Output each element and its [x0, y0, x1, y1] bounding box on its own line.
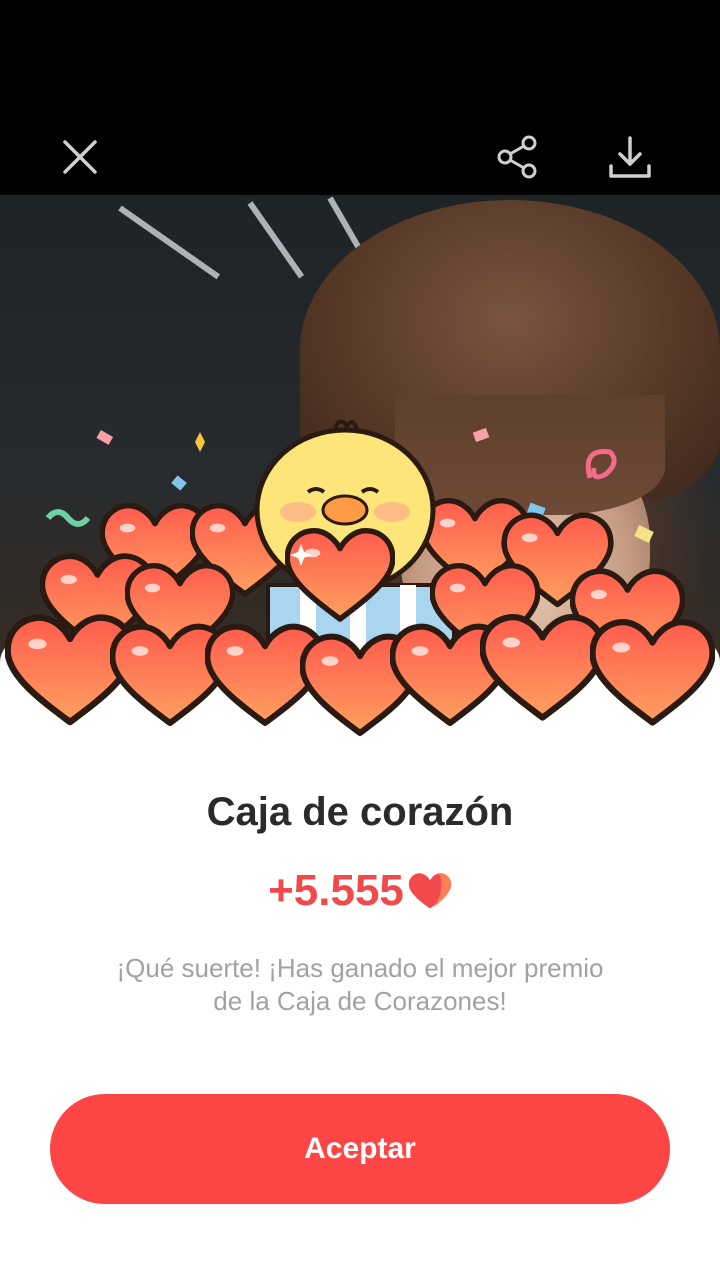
reward-amount: +5.555 — [0, 866, 720, 916]
close-button[interactable] — [50, 130, 110, 184]
close-icon — [63, 140, 97, 174]
confetti — [472, 427, 490, 443]
reward-amount-value: +5.555 — [268, 866, 404, 915]
confetti — [195, 432, 205, 452]
top-bar — [0, 0, 720, 195]
heart-decoration — [483, 617, 603, 717]
confetti — [96, 430, 114, 445]
reward-title: Caja de corazón — [206, 790, 514, 834]
download-button[interactable] — [600, 130, 660, 184]
heart-icon — [408, 873, 452, 909]
confetti — [45, 509, 91, 527]
share-icon — [497, 135, 537, 179]
chick-cheek — [280, 502, 316, 522]
chick-beak — [321, 494, 369, 526]
confetti — [171, 475, 187, 491]
chick-cheek — [374, 502, 410, 522]
ceiling-light — [247, 201, 305, 279]
heart-decoration — [593, 622, 713, 722]
ceiling-light — [118, 205, 221, 280]
accept-button-label: Aceptar — [304, 1132, 416, 1165]
heart-box-sticker — [0, 419, 720, 760]
download-icon — [609, 136, 651, 178]
confetti — [634, 525, 654, 543]
share-button[interactable] — [488, 130, 548, 184]
reward-message: ¡Qué suerte! ¡Has ganado el mejor premio… — [116, 953, 604, 1016]
confetti — [585, 449, 617, 480]
accept-button[interactable]: Aceptar — [50, 1094, 670, 1204]
